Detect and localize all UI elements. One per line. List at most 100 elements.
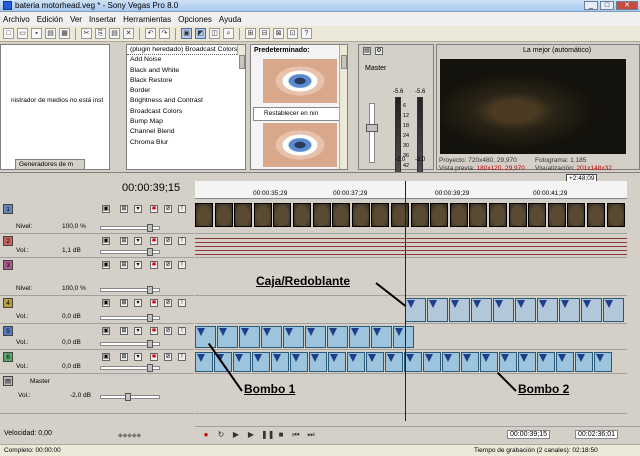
fx-list-item[interactable]: Border (127, 86, 245, 96)
insert-fx-icon[interactable]: ▾ (134, 299, 142, 307)
fx-list-item[interactable]: Channel Blend (127, 127, 245, 137)
lock-envelopes-icon[interactable]: ⊠ (273, 28, 284, 39)
mute-track-icon[interactable]: ⊘ (164, 299, 172, 307)
fx-list-item[interactable]: Brightness and Contrast (127, 96, 245, 106)
paste-icon[interactable]: ▤ (109, 28, 120, 39)
mute-icon[interactable]: ▣ (102, 299, 110, 307)
track-fx-icon[interactable]: ✱ (150, 327, 158, 335)
quality-dropdown[interactable]: La mejor (automático) (523, 47, 591, 54)
menu-insertar[interactable]: Insertar (89, 15, 116, 24)
help-icon[interactable]: ? (301, 28, 312, 39)
solo-icon[interactable]: ! (178, 353, 186, 361)
stop-button[interactable]: ■ (276, 430, 286, 440)
track-fx-icon[interactable]: ✱ (150, 205, 158, 213)
fx-list-item[interactable]: Black Restore (127, 76, 245, 86)
playback-cursor[interactable] (405, 181, 406, 421)
mute-track-icon[interactable]: ⊘ (164, 327, 172, 335)
menu-ayuda[interactable]: Ayuda (219, 15, 242, 24)
track-motion-icon[interactable]: ⊞ (120, 353, 128, 361)
track-motion-icon[interactable]: ⊞ (120, 205, 128, 213)
master-vol-slider[interactable] (100, 393, 160, 401)
insert-fx-icon[interactable]: ▾ (134, 205, 142, 213)
insert-fx-icon[interactable]: ▾ (134, 327, 142, 335)
mute-icon[interactable]: ▣ (102, 261, 110, 269)
insert-fx-icon[interactable]: ▾ (134, 261, 142, 269)
track-header-6[interactable]: 6 ▣ ⊞ ▾ ✱ ⊘! Vol.: 0,0 dB (0, 350, 194, 374)
solo-icon[interactable]: ! (178, 327, 186, 335)
track-level-slider[interactable] (100, 248, 160, 256)
snap-icon[interactable]: ⊞ (245, 28, 256, 39)
normal-edit-icon[interactable]: ▣ (181, 28, 192, 39)
solo-icon[interactable]: ! (178, 261, 186, 269)
pause-button[interactable]: ❚❚ (261, 430, 274, 440)
track-level-slider[interactable] (100, 364, 160, 372)
track-header-3[interactable]: 3 ▣ ⊞ ▾ ✱ ⊘! Nivel: 100,0 % (0, 258, 194, 296)
maximize-button[interactable]: □ (600, 1, 614, 10)
tab-generadores[interactable]: Generadores de m (15, 159, 85, 170)
loop-button[interactable]: ↻ (216, 430, 226, 440)
play-button[interactable]: ▶ (246, 430, 256, 440)
insert-fx-icon[interactable]: ▾ (134, 237, 142, 245)
track-motion-icon[interactable]: ⊞ (120, 261, 128, 269)
delete-icon[interactable]: ✕ (123, 28, 134, 39)
track-lane-5[interactable] (195, 324, 627, 350)
go-to-end-button[interactable]: ⏭ (306, 430, 316, 440)
insert-fx-icon[interactable]: ▾ (134, 353, 142, 361)
envelope-edit-icon[interactable]: ◩ (195, 28, 206, 39)
menu-opciones[interactable]: Opciones (178, 15, 212, 24)
track-level-slider[interactable] (100, 314, 160, 322)
menu-archivo[interactable]: Archivo (3, 15, 30, 24)
track-motion-icon[interactable]: ⊞ (120, 299, 128, 307)
fx-list-item[interactable]: Add Noise (127, 55, 245, 65)
fx-list-item[interactable]: (plugin heredado) Broadcast Colors (127, 45, 245, 56)
reset-preset-button[interactable]: Restablecer en nin (253, 107, 345, 121)
open-icon[interactable]: ▭ (17, 28, 28, 39)
preset-thumbnail-1[interactable] (263, 59, 337, 103)
fx-list-item[interactable]: Chroma Blur (127, 138, 245, 148)
track-fx-icon[interactable]: ✱ (150, 299, 158, 307)
track-fx-icon[interactable]: ✱ (150, 353, 158, 361)
track-motion-icon[interactable]: ⊞ (120, 327, 128, 335)
mute-track-icon[interactable]: ⊘ (164, 205, 172, 213)
redo-icon[interactable]: ↷ (159, 28, 170, 39)
track-header-1[interactable]: 1 ▣ ⊞ ▾ ✱ ⊘! Nivel: 100,0 % (0, 202, 194, 234)
selection-edit-icon[interactable]: ◫ (209, 28, 220, 39)
solo-icon[interactable]: ! (178, 237, 186, 245)
track-lane-1[interactable] (195, 202, 627, 234)
record-button[interactable]: ● (201, 430, 211, 440)
track-level-slider[interactable] (100, 224, 160, 232)
preset-thumbnail-2[interactable] (263, 123, 337, 167)
autoripple-icon[interactable]: ⊟ (259, 28, 270, 39)
mixer-fx-icon[interactable]: ⚙ (375, 47, 383, 55)
track-lane-4[interactable] (195, 296, 627, 324)
fx-list-item[interactable]: Bump Map (127, 117, 245, 127)
menu-edicion[interactable]: Edición (37, 15, 63, 24)
go-to-start-button[interactable]: ⏮ (291, 430, 301, 440)
minimize-button[interactable]: _ (584, 1, 598, 10)
mute-track-icon[interactable]: ⊘ (164, 261, 172, 269)
zoom-edit-icon[interactable]: ⌕ (223, 28, 234, 39)
ignore-grouping-icon[interactable]: ⊡ (287, 28, 298, 39)
render-icon[interactable]: ▦ (59, 28, 70, 39)
menu-ver[interactable]: Ver (70, 15, 82, 24)
solo-icon[interactable]: ! (178, 299, 186, 307)
track-fx-icon[interactable]: ✱ (150, 261, 158, 269)
track-header-2[interactable]: 2 ▣ ⊞ ▾ ✱ ⊘! Vol.: 1,1 dB (0, 234, 194, 258)
solo-icon[interactable]: ! (178, 205, 186, 213)
mute-icon[interactable]: ▣ (102, 205, 110, 213)
mute-track-icon[interactable]: ⊘ (164, 353, 172, 361)
mute-icon[interactable]: ▣ (102, 353, 110, 361)
track-level-slider[interactable] (100, 340, 160, 348)
track-level-slider[interactable] (100, 286, 160, 294)
track-fx-icon[interactable]: ✱ (150, 237, 158, 245)
track-header-4[interactable]: 4 ▣ ⊞ ▾ ✱ ⊘! Vol.: 0,0 dB (0, 296, 194, 324)
play-from-start-button[interactable]: ▶ (231, 430, 241, 440)
properties-icon[interactable]: ▤ (45, 28, 56, 39)
track-lane-2[interactable] (195, 234, 627, 258)
fx-list-scrollbar[interactable] (237, 45, 245, 69)
track-header-5[interactable]: 5 ▣ ⊞ ▾ ✱ ⊘! Vol.: 0,0 dB (0, 324, 194, 350)
fx-list-item[interactable]: Broadcast Colors (127, 107, 245, 117)
presets-scrollbar[interactable] (339, 45, 347, 169)
mute-track-icon[interactable]: ⊘ (164, 237, 172, 245)
track-lane-6[interactable] (195, 350, 627, 374)
